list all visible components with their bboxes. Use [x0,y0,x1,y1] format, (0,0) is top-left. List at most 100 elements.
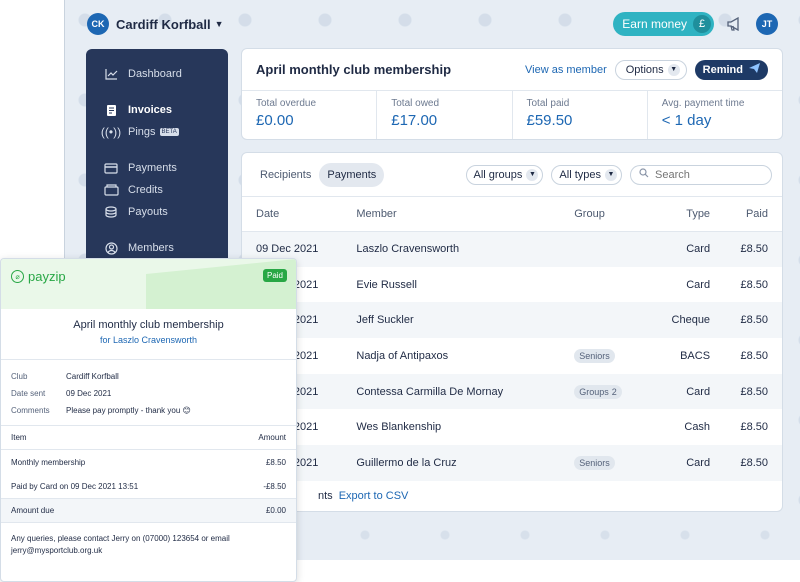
cell-paid: £8.50 [740,278,768,291]
column-header-group[interactable]: Group [560,197,658,232]
sidebar-item-invoices[interactable]: Invoices [86,99,228,121]
table-row[interactable]: 09 Dec 2021Wes BlankenshipCash£8.50 [242,409,782,445]
stat-value: £0.00 [256,112,294,129]
receipt-footer: Any queries, please contact Jerry on (07… [1,522,296,567]
user-avatar[interactable]: JT [756,13,778,35]
column-header-type[interactable]: Type [657,197,725,232]
item-header-row: Item Amount [1,426,296,450]
amount-due-value: £0.00 [265,506,286,515]
groups-filter[interactable]: All groups ▼ [465,164,544,185]
sidebar-item-members[interactable]: Members [86,237,228,259]
remind-button[interactable]: Remind [694,59,768,80]
cell-type: Cash [684,421,711,434]
cell-paid: £8.50 [740,314,768,327]
chevron-down-icon[interactable]: ▼ [215,19,224,29]
sidebar-item-payouts[interactable]: Payouts [86,201,228,223]
cell-group [560,231,657,267]
sidebar-item-label: Credits [128,184,163,196]
meta-row-date-sent: Date sent 09 Dec 2021 [11,385,286,402]
page-title: April monthly club membership [256,62,452,77]
club-switcher[interactable]: Cardiff Korfball [116,17,211,32]
meta-key: Date sent [11,389,46,398]
stat-total-overdue: Total overdue £0.00 [242,91,378,139]
tab-recipients[interactable]: Recipients [252,163,319,187]
search-box [630,164,772,185]
earn-money-label: Earn money [622,17,687,31]
cell-member: Contessa Carmilla De Mornay [356,385,504,398]
beta-badge: BETA [159,128,179,136]
amount-header-label: Amount [258,433,286,442]
cell-paid: £8.50 [740,421,768,434]
meta-value: Please pay promptly - thank you 😊 [66,406,191,415]
stat-value: £17.00 [391,112,438,129]
coins-icon [102,205,120,219]
table-row[interactable]: 09 Dec 2021Contessa Carmilla De MornayGr… [242,373,782,410]
sidebar-item-pings[interactable]: ((•)) Pings BETA [86,121,228,143]
cell-group [560,409,657,445]
item-header-label: Item [11,433,27,442]
payzip-logo: ⌀ payzip [11,269,66,284]
meta-row-comments: Comments Please pay promptly - thank you… [11,402,286,419]
top-bar: CK Cardiff Korfball ▼ Earn money £ JT [65,0,800,48]
meta-key: Comments [11,406,50,415]
sidebar-item-payments[interactable]: Payments [86,157,228,179]
receipt-title: April monthly club membership [73,319,224,331]
cell-member: Jeff Suckler [356,314,414,327]
meta-key: Club [11,372,28,381]
column-header-paid[interactable]: Paid [724,197,782,232]
ping-icon: ((•)) [100,125,122,139]
tab-payments[interactable]: Payments [319,162,385,187]
sidebar-item-credits[interactable]: Credits [86,179,228,201]
chevron-down-icon: ▼ [605,168,617,181]
footer-partial-text: nts [318,489,333,502]
receipt-subtitle[interactable]: for Laszlo Cravensworth [1,335,296,345]
table-row[interactable]: 09 Dec 2021Nadja of AntipaxosSeniorsBACS… [242,338,782,374]
cell-type: Cheque [671,314,711,327]
stat-label: Total paid [526,98,570,109]
cell-member: Guillermo de la Cruz [356,456,457,469]
line-item-amount: -£8.50 [263,481,286,491]
receipt-card: ⌀ payzip Paid April monthly club members… [0,258,297,582]
options-button[interactable]: Options ▼ [614,59,687,80]
cell-group: Groups 2 [560,374,657,410]
line-item-label: Paid by Card on 09 Dec 2021 13:51 [11,481,139,491]
search-input[interactable] [655,168,755,181]
export-csv-link[interactable]: Export to CSV [339,490,409,502]
group-badge-count: 2 [611,386,617,397]
cell-type: Card [686,243,711,256]
view-as-member-link[interactable]: View as member [525,64,607,76]
cell-type: Card [686,278,711,291]
stat-label: Total overdue [256,98,317,109]
club-avatar[interactable]: CK [87,13,109,35]
meta-row-club: Club Cardiff Korfball [11,368,286,385]
sidebar-item-label: Invoices [128,104,173,116]
cell-group: Seniors [560,338,657,374]
groups-filter-value: All groups [473,168,523,181]
table-header-row: Date Member Group Type Paid [242,197,782,232]
payzip-logo-icon: ⌀ [11,270,24,283]
table-row[interactable]: 09 Dec 2021Evie RussellCard£8.50 [242,267,782,303]
megaphone-icon[interactable] [726,15,744,33]
stat-label: Avg. payment time [661,98,745,109]
send-icon [749,63,760,76]
cell-group [560,302,657,338]
invoice-icon [102,104,120,117]
sidebar-item-dashboard[interactable]: Dashboard [86,63,228,85]
types-filter[interactable]: All types ▼ [551,164,622,185]
cell-type: BACS [680,349,711,362]
user-icon [102,241,120,255]
table-row[interactable]: 09 Dec 2021 Laszlo Cravensworth Card £8.50 [242,231,782,267]
cell-paid: £8.50 [740,243,768,256]
line-item-label: Monthly membership [11,457,86,467]
line-item: Paid by Card on 09 Dec 2021 13:51 -£8.50 [1,474,296,498]
cell-group: Seniors [560,445,657,481]
group-badge: Seniors [574,455,615,470]
stat-label: Total owed [391,98,440,109]
group-badge-label: Seniors [579,457,610,468]
column-header-member[interactable]: Member [342,197,561,232]
earn-money-button[interactable]: Earn money £ [613,12,714,36]
meta-value: 09 Dec 2021 [66,389,112,398]
table-row[interactable]: 09 Dec 2021Guillermo de la CruzSeniorsCa… [242,445,782,481]
column-header-date[interactable]: Date [242,197,343,232]
table-row[interactable]: 09 Dec 2021Jeff SucklerCheque£8.50 [242,302,782,339]
